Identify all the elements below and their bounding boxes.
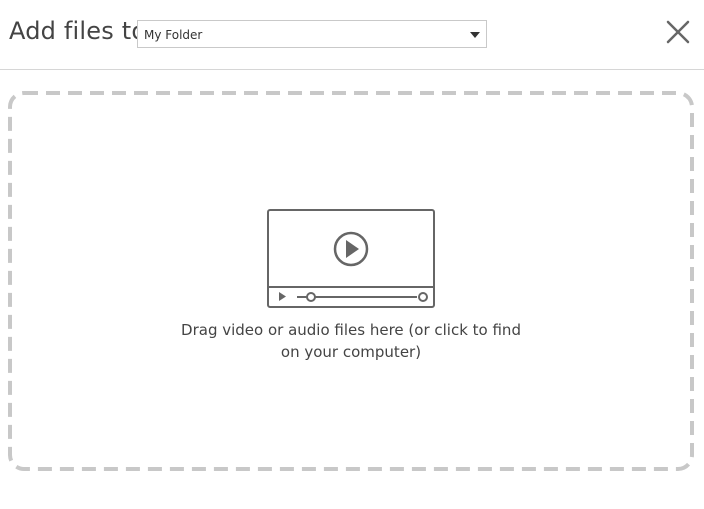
close-button[interactable] <box>662 16 694 48</box>
file-dropzone[interactable]: Drag video or audio files here (or click… <box>8 91 694 471</box>
dialog-header: Add files to My Folder <box>0 0 704 70</box>
folder-select[interactable]: My Folder <box>137 20 487 48</box>
dropzone-instructions: Drag video or audio files here (or click… <box>151 319 551 363</box>
video-player-icon <box>267 209 435 308</box>
close-icon <box>666 20 690 44</box>
folder-select-value: My Folder <box>144 28 203 42</box>
dialog-title: Add files to <box>9 17 147 45</box>
dropzone-text-line2: on your computer) <box>280 343 422 361</box>
chevron-down-icon <box>470 32 480 38</box>
dropzone-text-line1: Drag video or audio files here (or click… <box>181 321 521 339</box>
